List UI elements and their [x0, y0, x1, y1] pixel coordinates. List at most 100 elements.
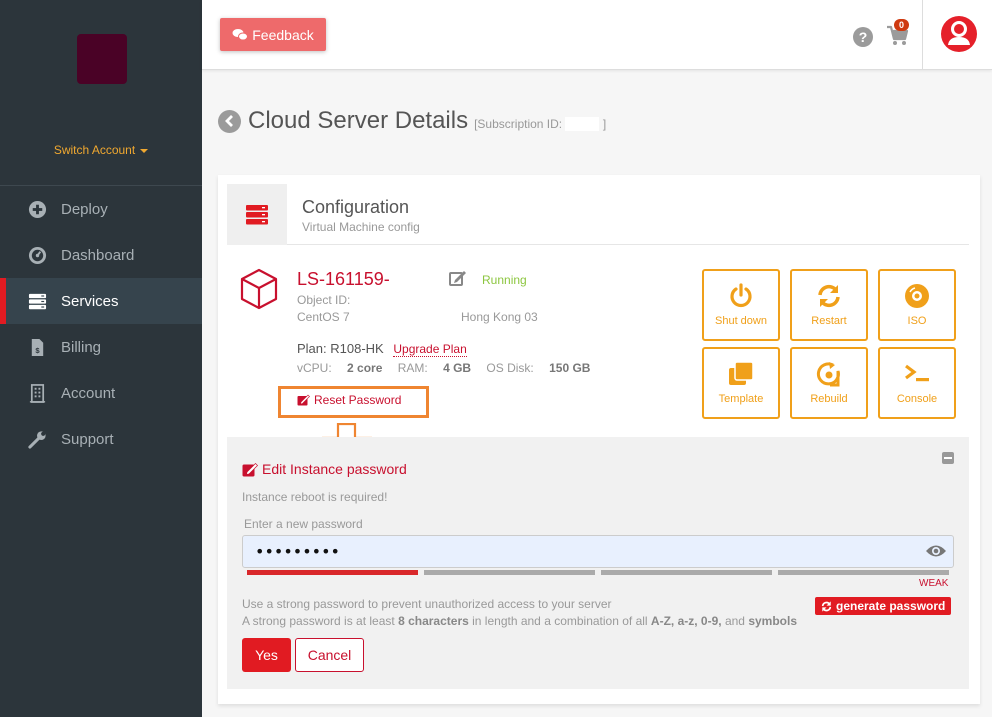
edit-password-title: Edit Instance password — [242, 461, 407, 477]
subscription-id: [Subscription ID: ] — [474, 117, 606, 132]
server-actions-grid: Shut down Restart ISO Template Rebuild C… — [702, 269, 956, 419]
back-icon[interactable] — [218, 109, 241, 133]
sidebar-item-services[interactable]: Services — [0, 278, 202, 324]
edit-icon — [242, 462, 258, 476]
sidebar-item-label: Account — [61, 384, 116, 402]
reboot-note: Instance reboot is required! — [242, 490, 388, 504]
configuration-header: Configuration Virtual Machine config — [227, 184, 969, 245]
sidebar-nav: Deploy Dashboard Services $ Billing Acco… — [0, 186, 202, 462]
rebuild-icon — [816, 362, 840, 387]
subscription-id-label: [Subscription ID: — [474, 116, 563, 131]
help-icon[interactable]: ? — [853, 27, 873, 47]
topbar-divider — [922, 0, 923, 70]
strength-segment — [424, 570, 595, 575]
sidebar-item-label: Billing — [61, 338, 102, 356]
sidebar-item-label: Dashboard — [61, 246, 135, 264]
shut-down-button[interactable]: Shut down — [702, 269, 780, 341]
page-header: Cloud Server Details [Subscription ID: ] — [218, 107, 606, 135]
plan-value: R108-HK — [330, 341, 384, 356]
refresh-icon — [821, 600, 832, 612]
speedometer-icon — [27, 245, 47, 265]
plan-label: Plan: — [297, 341, 327, 356]
edit-icon — [297, 394, 310, 406]
ram-spec: RAM: 4 GB — [397, 361, 472, 375]
restart-button[interactable]: Restart — [790, 269, 868, 341]
refresh-icon — [818, 284, 840, 308]
subscription-id-value — [565, 117, 600, 132]
action-label: Template — [718, 393, 764, 405]
caret-down-icon — [140, 148, 149, 153]
action-label: ISO — [907, 315, 927, 327]
copy-icon — [729, 361, 754, 385]
action-label: Console — [896, 393, 938, 405]
template-button[interactable]: Template — [702, 347, 780, 419]
rebuild-button[interactable]: Rebuild — [790, 347, 868, 419]
edit-password-panel: Edit Instance password Instance reboot i… — [227, 437, 969, 689]
invoice-icon: $ — [27, 337, 47, 357]
password-hint-2: A strong password is at least 8 characte… — [242, 614, 797, 628]
edit-icon[interactable] — [449, 270, 467, 286]
vm-object-id: Object ID: — [297, 293, 351, 307]
vm-plan: Plan: R108-HK Upgrade Plan — [297, 341, 467, 357]
reset-password-label: Reset Password — [314, 393, 402, 407]
password-strength-meter — [247, 570, 949, 575]
vm-os: CentOS 7 — [297, 310, 350, 324]
disk-spec: OS Disk: 150 GB — [486, 361, 591, 375]
sidebar-item-billing[interactable]: $ Billing — [0, 324, 202, 370]
iso-button[interactable]: ISO — [878, 269, 956, 341]
chat-bubbles-icon — [232, 28, 249, 40]
feedback-button[interactable]: Feedback — [220, 18, 326, 51]
vm-name: LS-161159- — [297, 269, 390, 289]
configuration-card: Configuration Virtual Machine config LS-… — [218, 175, 980, 704]
action-label: Restart — [811, 315, 847, 327]
sidebar-item-label: Deploy — [61, 200, 108, 218]
action-label: Shut down — [715, 315, 767, 327]
console-button[interactable]: Console — [878, 347, 956, 419]
disc-icon — [905, 284, 929, 308]
topbar: Feedback ? 0 — [202, 0, 992, 70]
strength-segment — [247, 570, 418, 575]
sidebar-item-support[interactable]: Support — [0, 416, 202, 462]
switch-account-button[interactable]: Switch Account — [0, 143, 202, 157]
vm-status: Running — [482, 273, 527, 287]
sidebar-item-account[interactable]: Account — [0, 370, 202, 416]
vcpu-spec: vCPU: 2 core — [297, 361, 383, 375]
sidebar-item-dashboard[interactable]: Dashboard — [0, 232, 202, 278]
eye-icon[interactable] — [925, 543, 947, 559]
new-password-input[interactable] — [242, 535, 954, 568]
account-logo — [77, 34, 127, 84]
action-label: Rebuild — [810, 393, 848, 405]
server-icon — [27, 291, 47, 311]
strength-segment — [601, 570, 772, 575]
sidebar-item-label: Services — [61, 292, 119, 310]
sidebar: Switch Account Deploy Dashboard Services… — [0, 0, 202, 717]
subscription-id-suffix: ] — [602, 116, 607, 131]
vm-specs: vCPU: 2 core RAM: 4 GB OS Disk: 150 GB — [297, 361, 602, 375]
power-icon — [730, 283, 752, 308]
strength-segment — [778, 570, 949, 575]
reset-password-link[interactable]: Reset Password — [297, 393, 401, 407]
switch-account-label: Switch Account — [53, 143, 136, 157]
generate-password-button[interactable]: generate password — [815, 597, 952, 615]
generate-password-label: generate password — [836, 599, 946, 613]
vm-region: Hong Kong 03 — [461, 310, 538, 324]
password-field-label: Enter a new password — [244, 517, 363, 531]
user-icon — [948, 21, 970, 45]
yes-button[interactable]: Yes — [242, 638, 291, 672]
building-icon — [27, 383, 47, 403]
upgrade-plan-link[interactable]: Upgrade Plan — [393, 342, 467, 357]
configuration-title: Configuration — [302, 197, 410, 217]
terminal-icon — [905, 364, 929, 382]
cancel-button[interactable]: Cancel — [295, 638, 364, 672]
user-avatar[interactable] — [941, 16, 977, 52]
feedback-label: Feedback — [252, 26, 314, 43]
edit-password-title-text: Edit Instance password — [262, 461, 407, 477]
password-hint-1: Use a strong password to prevent unautho… — [242, 597, 612, 611]
wrench-icon — [27, 429, 47, 449]
sidebar-item-label: Support — [61, 430, 114, 448]
configuration-subtitle: Virtual Machine config — [302, 220, 420, 234]
cart-count-badge: 0 — [894, 19, 910, 31]
sidebar-item-deploy[interactable]: Deploy — [0, 186, 202, 232]
collapse-icon[interactable] — [942, 452, 954, 464]
cube-icon — [240, 268, 278, 310]
